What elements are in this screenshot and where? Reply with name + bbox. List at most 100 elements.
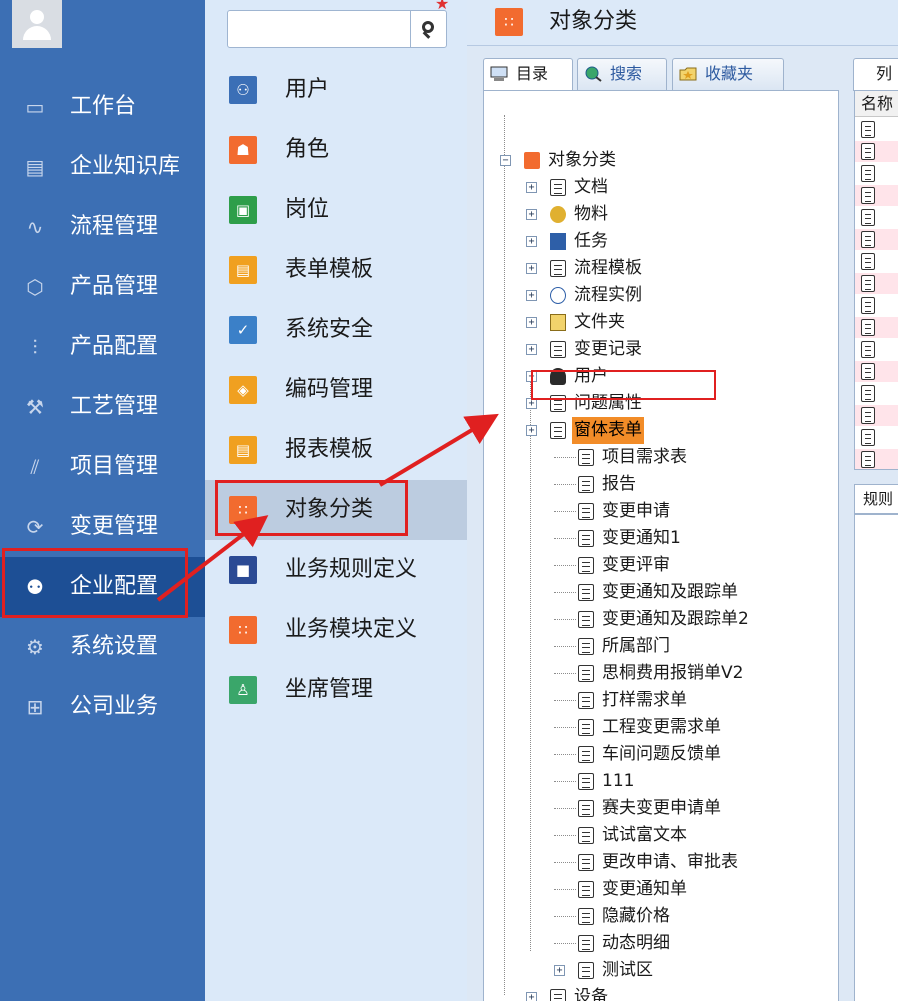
list-row[interactable] xyxy=(855,251,898,272)
tree-node[interactable]: 变更通知单 xyxy=(554,876,824,903)
list-row[interactable] xyxy=(855,207,898,228)
nav-item-6[interactable]: ⫽ 项目管理 xyxy=(0,437,205,497)
list-row[interactable] xyxy=(855,383,898,404)
tab-list[interactable]: 列 xyxy=(853,58,898,91)
submenu-item-icon: ■ xyxy=(229,556,257,584)
list-column-name[interactable]: 名称 xyxy=(855,91,898,117)
tree-node[interactable]: 变更通知1 xyxy=(554,525,824,552)
tree-node[interactable]: 赛夫变更申请单 xyxy=(554,795,824,822)
tree-node-label: 车间问题反馈单 xyxy=(602,744,721,764)
submenu-item-label: 表单模板 xyxy=(285,257,374,282)
annotation-highlight-object-category xyxy=(215,480,408,536)
submenu-item-6[interactable]: ▤ 报表模板 xyxy=(205,420,467,480)
nav-item-1[interactable]: ▤ 企业知识库 xyxy=(0,137,205,197)
expand-icon[interactable]: + xyxy=(526,425,537,436)
tree-node[interactable]: 项目需求表 xyxy=(554,444,824,471)
nav-item-4[interactable]: ⫶ 产品配置 xyxy=(0,317,205,377)
tree-node[interactable]: 打样需求单 xyxy=(554,687,824,714)
tree-node[interactable]: + 任务 xyxy=(526,228,824,255)
tree-node[interactable]: 所属部门 xyxy=(554,633,824,660)
list-row[interactable] xyxy=(855,295,898,316)
list-row[interactable] xyxy=(855,405,898,426)
list-row[interactable] xyxy=(855,119,898,140)
expand-icon[interactable]: + xyxy=(554,965,565,976)
tree-node-selected[interactable]: + 窗体表单 xyxy=(526,417,824,444)
nav-item-0[interactable]: ▭ 工作台 xyxy=(0,77,205,137)
nav-item-5[interactable]: ⚒ 工艺管理 xyxy=(0,377,205,437)
submenu-item-2[interactable]: ▣ 岗位 xyxy=(205,180,467,240)
tree-node-label: 设备 xyxy=(574,987,608,1001)
tree-node[interactable]: + 文档 xyxy=(526,174,824,201)
search-input[interactable] xyxy=(227,10,447,48)
expand-icon[interactable]: + xyxy=(526,344,537,355)
tree-node[interactable]: 隐藏价格 xyxy=(554,903,824,930)
tree-node[interactable]: + 流程模板 xyxy=(526,255,824,282)
submenu-item-icon: ▣ xyxy=(229,196,257,224)
submenu-item-10[interactable]: ♙ 坐席管理 xyxy=(205,660,467,720)
tab-catalog[interactable]: 目录 xyxy=(483,58,573,91)
tree-node[interactable]: 变更申请 xyxy=(554,498,824,525)
tree-node[interactable]: + 测试区 xyxy=(554,957,824,984)
expand-icon[interactable]: + xyxy=(526,263,537,274)
expand-icon[interactable]: + xyxy=(526,317,537,328)
tree-node[interactable]: 报告 xyxy=(554,471,824,498)
tree-node[interactable]: 更改申请、审批表 xyxy=(554,849,824,876)
list-row[interactable] xyxy=(855,361,898,382)
computer-icon xyxy=(490,66,508,81)
expand-icon[interactable]: + xyxy=(526,209,537,220)
tree-node[interactable]: + 流程实例 xyxy=(526,282,824,309)
tree-node[interactable]: − 对象分类 xyxy=(500,147,824,174)
tree-node[interactable]: 试试富文本 xyxy=(554,822,824,849)
list-row[interactable] xyxy=(855,185,898,206)
document-icon xyxy=(861,385,875,402)
document-icon xyxy=(578,638,594,655)
tree-node[interactable]: 思桐费用报销单V2 xyxy=(554,660,824,687)
submenu-item-3[interactable]: ▤ 表单模板 xyxy=(205,240,467,300)
tree-node[interactable]: + 物料 xyxy=(526,201,824,228)
tree-node[interactable]: 变更评审 xyxy=(554,552,824,579)
tree-node[interactable]: 111 xyxy=(554,768,824,795)
list-row[interactable] xyxy=(855,141,898,162)
avatar[interactable] xyxy=(12,0,62,48)
submenu-item-1[interactable]: ☗ 角色 xyxy=(205,120,467,180)
expand-icon[interactable]: + xyxy=(526,182,537,193)
tree-node[interactable]: 变更通知及跟踪单2 xyxy=(554,606,824,633)
tab-rules[interactable]: 规则 xyxy=(854,484,898,514)
nav-item-9[interactable]: ⚙ 系统设置 xyxy=(0,617,205,677)
expand-icon[interactable]: + xyxy=(526,236,537,247)
list-row[interactable] xyxy=(855,427,898,448)
list-row[interactable] xyxy=(855,273,898,294)
list-row[interactable] xyxy=(855,317,898,338)
tree-node[interactable]: 车间问题反馈单 xyxy=(554,741,824,768)
expand-icon[interactable]: + xyxy=(526,992,537,1001)
tab-search[interactable]: 搜索 xyxy=(577,58,667,90)
submenu-item-9[interactable]: ∷ 业务模块定义 xyxy=(205,600,467,660)
list-row[interactable] xyxy=(855,163,898,184)
submenu-item-8[interactable]: ■ 业务规则定义 xyxy=(205,540,467,600)
submenu-item-4[interactable]: ✓ 系统安全 xyxy=(205,300,467,360)
tree-connector xyxy=(554,808,576,809)
star-icon[interactable]: ★ xyxy=(435,0,449,13)
list-row[interactable] xyxy=(855,339,898,360)
tree-node[interactable]: + 设备 xyxy=(526,984,824,1001)
tree-node[interactable]: 变更通知及跟踪单 xyxy=(554,579,824,606)
list-row[interactable] xyxy=(855,449,898,469)
submenu-item-0[interactable]: ⚇ 用户 xyxy=(205,60,467,120)
sliders-icon: ⫶ xyxy=(32,335,38,359)
list-row[interactable] xyxy=(855,229,898,250)
tab-favorites[interactable]: 收藏夹 xyxy=(672,58,784,90)
nav-item-2[interactable]: ∿ 流程管理 xyxy=(0,197,205,257)
tree-connector xyxy=(554,781,576,782)
nav-item-3[interactable]: ⬡ 产品管理 xyxy=(0,257,205,317)
tree-connector xyxy=(554,592,576,593)
tree-node[interactable]: + 变更记录 xyxy=(526,336,824,363)
collapse-icon[interactable]: − xyxy=(500,155,511,166)
expand-icon[interactable]: + xyxy=(526,290,537,301)
submenu-item-5[interactable]: ◈ 编码管理 xyxy=(205,360,467,420)
nav-item-10[interactable]: ⊞ 公司业务 xyxy=(0,677,205,737)
tree-node[interactable]: 工程变更需求单 xyxy=(554,714,824,741)
tree-node[interactable]: 动态明细 xyxy=(554,930,824,957)
tree-node[interactable]: + 文件夹 xyxy=(526,309,824,336)
tree-node-label: 所属部门 xyxy=(602,636,670,656)
search-button[interactable] xyxy=(410,11,446,47)
